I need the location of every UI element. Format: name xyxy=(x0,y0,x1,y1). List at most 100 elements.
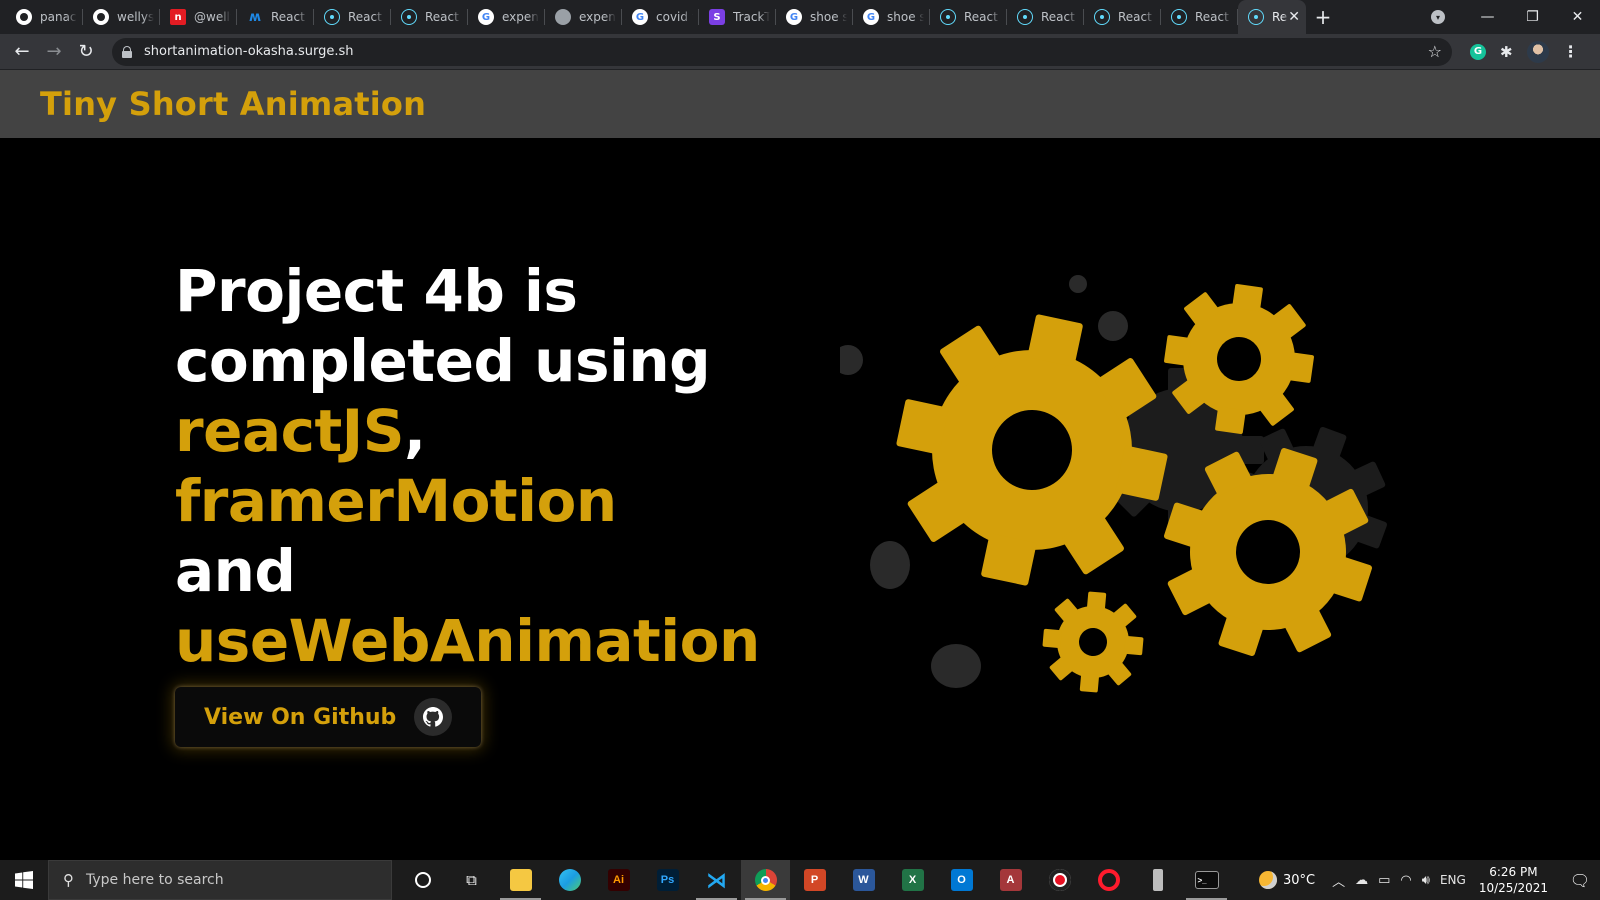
browser-tab[interactable]: wellysh xyxy=(83,0,160,34)
browser-tab[interactable]: ʍ React G xyxy=(237,0,314,34)
tech-reactjs: reactJS xyxy=(175,397,405,465)
browser-tab[interactable]: React A xyxy=(314,0,391,34)
browser-tab[interactable]: S TrackTr xyxy=(699,0,776,34)
close-tab-icon[interactable]: ✕ xyxy=(1288,9,1300,25)
taskbar-app-recorder[interactable] xyxy=(1035,860,1084,900)
wifi-icon[interactable]: ◠ xyxy=(1400,873,1411,888)
react-icon xyxy=(324,9,340,25)
battery-icon[interactable]: ▭ xyxy=(1378,873,1390,888)
tab-search-icon[interactable]: ▾ xyxy=(1431,10,1445,24)
start-button[interactable] xyxy=(0,860,48,900)
forward-button[interactable]: → xyxy=(38,36,70,68)
opera-icon xyxy=(1097,869,1120,891)
url-text: shortanimation-okasha.surge.sh xyxy=(144,44,354,59)
headline-line: completed using xyxy=(175,327,711,395)
taskbar-app-illustrator[interactable]: Ai xyxy=(594,860,643,900)
vscode-icon: ⋊ xyxy=(706,869,727,892)
new-tab-button[interactable]: + xyxy=(1306,0,1340,34)
weather-widget[interactable]: 30°C xyxy=(1258,871,1315,889)
taskbar-app-terminal[interactable]: >_ xyxy=(1182,860,1231,900)
taskbar-app-access[interactable]: A xyxy=(986,860,1035,900)
browser-tab[interactable]: React A xyxy=(1161,0,1238,34)
browser-tab[interactable]: Gexpens xyxy=(468,0,545,34)
google-icon: G xyxy=(863,9,879,25)
windows-logo-icon xyxy=(15,871,33,889)
taskbar-app-excel[interactable]: X xyxy=(888,860,937,900)
browser-tab[interactable]: React A xyxy=(930,0,1007,34)
taskbar-search[interactable]: ⚲ Type here to search xyxy=(48,860,392,900)
onedrive-icon[interactable]: ☁ xyxy=(1355,873,1368,888)
taskbar-app-powerpoint[interactable]: P xyxy=(790,860,839,900)
profile-avatar[interactable] xyxy=(1526,40,1549,63)
search-placeholder: Type here to search xyxy=(86,872,224,888)
weather-sun-icon xyxy=(1258,871,1277,889)
browser-tab[interactable]: expens xyxy=(545,0,622,34)
grammarly-extension-icon[interactable]: G xyxy=(1470,43,1486,60)
minimize-button[interactable]: — xyxy=(1465,0,1510,34)
bookmark-star-icon[interactable]: ☆ xyxy=(1428,42,1442,61)
react-icon xyxy=(1248,9,1264,25)
tab-title: expens xyxy=(502,10,539,24)
tab-title: React A xyxy=(964,10,1001,24)
headline-line: and xyxy=(175,537,296,605)
tab-title: covid t xyxy=(656,10,693,24)
browser-tab[interactable]: panacl xyxy=(6,0,83,34)
tab-title: TrackTr xyxy=(733,10,770,24)
reload-button[interactable]: ↻ xyxy=(70,36,102,68)
excel-icon: X xyxy=(901,869,924,891)
browser-tab[interactable]: React A xyxy=(391,0,468,34)
browser-tab[interactable]: React A xyxy=(1007,0,1084,34)
notification-center-icon[interactable]: 🗨︎ xyxy=(1560,871,1600,890)
browser-tab[interactable]: Gcovid t xyxy=(622,0,699,34)
cortana-button[interactable] xyxy=(398,860,447,900)
bubble xyxy=(840,345,863,375)
browser-toolbar: ← → ↻ shortanimation-okasha.surge.sh ☆ G… xyxy=(0,34,1600,70)
view-on-github-button[interactable]: View On Github xyxy=(175,687,481,747)
taskbar-app-opera[interactable] xyxy=(1084,860,1133,900)
tech-usewebanimation: useWebAnimation xyxy=(175,607,760,675)
github-icon xyxy=(93,9,109,25)
browser-tab[interactable]: Gshoe st xyxy=(853,0,930,34)
dev-icon: n xyxy=(170,9,186,25)
browser-menu-icon[interactable]: ⋮ xyxy=(1563,42,1579,61)
taskbar-app-vscode[interactable]: ⋊ xyxy=(692,860,741,900)
extensions-icon[interactable]: ✱ xyxy=(1500,43,1513,61)
tab-title: expens xyxy=(579,10,616,24)
taskbar-app-chrome[interactable] xyxy=(741,860,790,900)
restore-button[interactable]: ❐ xyxy=(1510,0,1555,34)
taskbar-app-file-explorer[interactable] xyxy=(496,860,545,900)
bubble xyxy=(870,541,910,589)
view-on-github-label: View On Github xyxy=(204,704,397,730)
taskbar-app-outlook[interactable]: O xyxy=(937,860,986,900)
mui-icon: ʍ xyxy=(248,9,261,25)
outlook-icon: O xyxy=(950,869,973,891)
address-bar[interactable]: shortanimation-okasha.surge.sh ☆ xyxy=(112,37,1452,66)
browser-tab-active[interactable]: Rea✕ xyxy=(1238,0,1306,34)
tab-title: panacl xyxy=(40,10,77,24)
browser-tab[interactable]: Gshoe st xyxy=(776,0,853,34)
terminal-icon: >_ xyxy=(1194,871,1219,889)
clock-date: 10/25/2021 xyxy=(1478,881,1548,895)
browser-tab[interactable]: React A xyxy=(1084,0,1161,34)
lock-icon[interactable] xyxy=(122,46,132,58)
back-button[interactable]: ← xyxy=(6,36,38,68)
tracktr-icon: S xyxy=(709,9,725,25)
volume-icon[interactable]: 🔊︎ xyxy=(1422,873,1430,888)
browser-tab[interactable]: n @welly xyxy=(160,0,237,34)
access-icon: A xyxy=(999,869,1022,891)
react-icon xyxy=(1017,9,1033,25)
taskbar-app-usb-device[interactable] xyxy=(1133,860,1182,900)
show-hidden-icons-chevron-icon[interactable]: ︿ xyxy=(1332,871,1345,890)
close-window-button[interactable]: ✕ xyxy=(1555,0,1600,34)
windows-taskbar: ⚲ Type here to search ⧉ Ai Ps ⋊ P W X O … xyxy=(0,860,1600,900)
taskbar-app-photoshop[interactable]: Ps xyxy=(643,860,692,900)
language-indicator[interactable]: ENG xyxy=(1440,873,1466,887)
tab-title: shoe st xyxy=(810,10,847,24)
taskbar-clock[interactable]: 6:26 PM 10/25/2021 xyxy=(1479,864,1548,896)
taskbar-app-edge[interactable] xyxy=(545,860,594,900)
task-view-button[interactable]: ⧉ xyxy=(447,860,496,900)
clock-time: 6:26 PM xyxy=(1489,865,1538,879)
site-header: Tiny Short Animation xyxy=(0,70,1600,138)
taskbar-app-word[interactable]: W xyxy=(839,860,888,900)
react-icon xyxy=(1094,9,1110,25)
